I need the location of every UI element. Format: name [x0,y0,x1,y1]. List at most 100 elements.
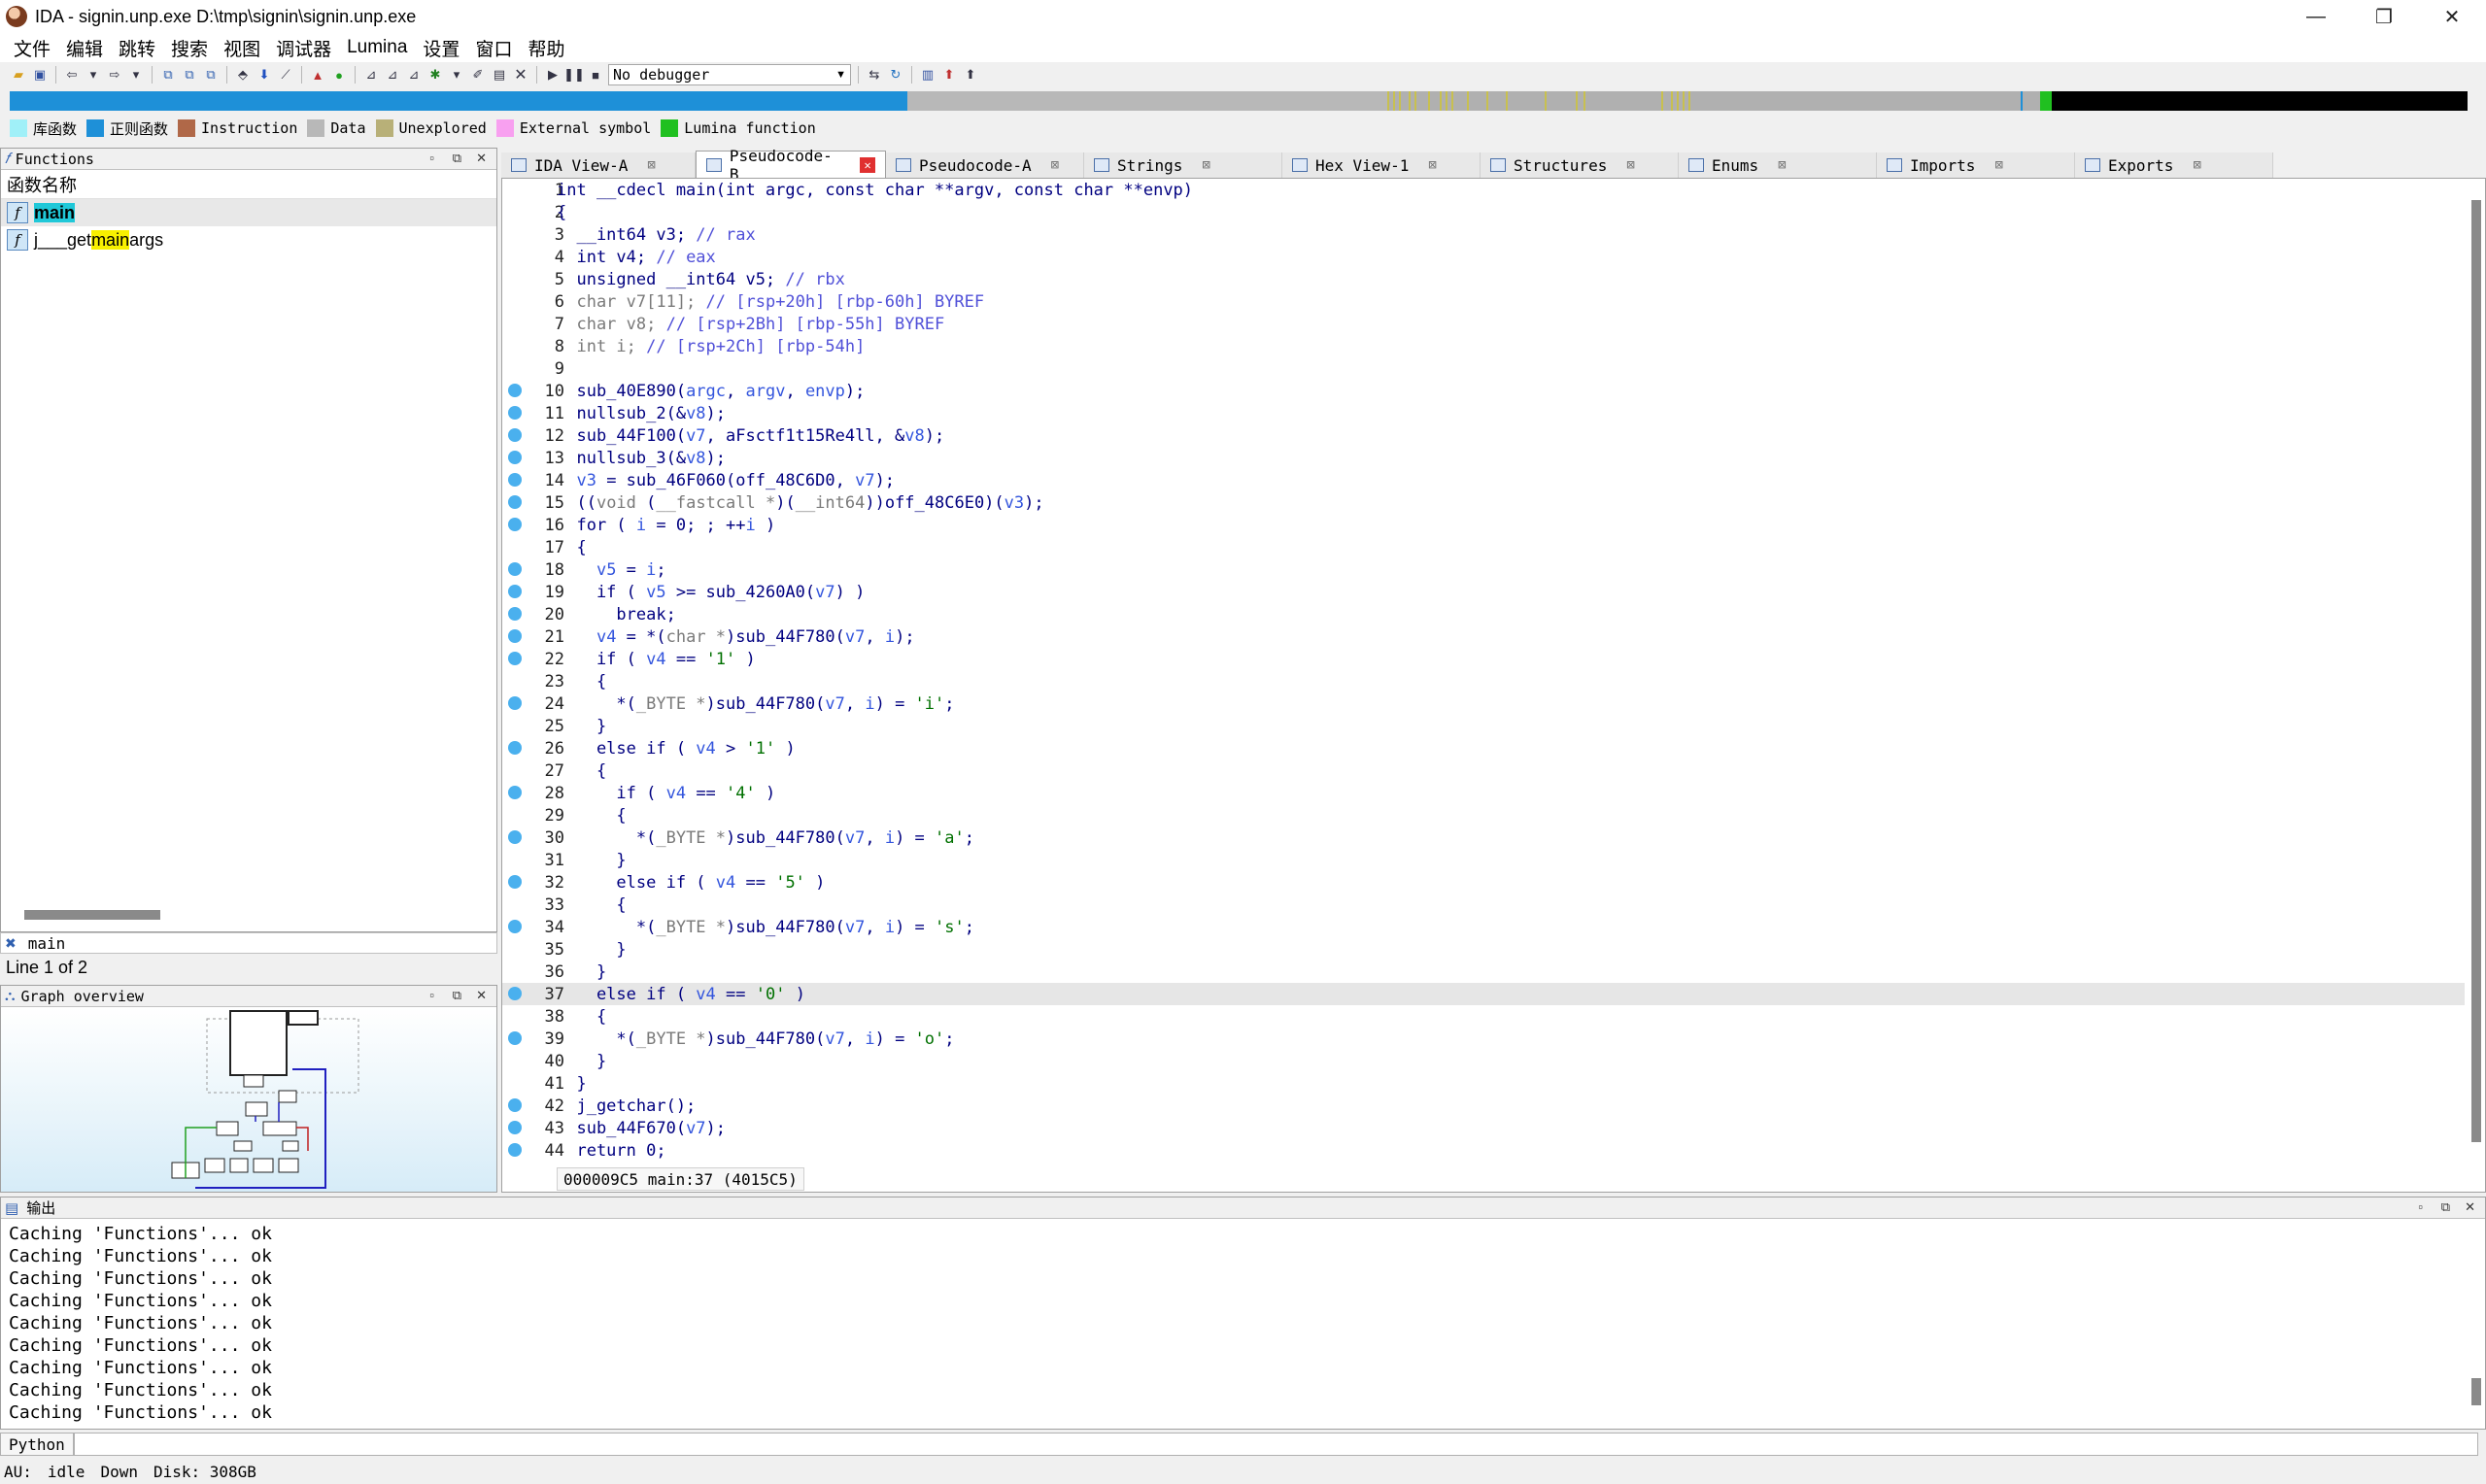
menu-view[interactable]: 视图 [216,35,268,61]
close-icon[interactable]: ⊠ [1778,157,1786,173]
code-line[interactable]: 43 sub_44F670(v7); [502,1117,2465,1139]
tab-pseudocode-a[interactable]: Pseudocode-A ⊠ [886,152,1084,178]
code-line[interactable]: 32 else if ( v4 == '5' ) [502,871,2465,894]
code-line-current[interactable]: 37 else if ( v4 == '0' ) [502,983,2465,1005]
pseudocode-view[interactable]: 1 int __cdecl main(int argc, const char *… [501,178,2486,1193]
maximize-button[interactable]: ❐ [2350,0,2418,33]
code-line[interactable]: 2{ [502,201,2465,223]
code-line[interactable]: 35 } [502,938,2465,961]
code-line[interactable]: 19 if ( v5 >= sub_4260A0(v7) ) [502,581,2465,603]
code-line[interactable]: 3 __int64 v3; // rax [502,223,2465,246]
code-line[interactable]: 22 if ( v4 == '1' ) [502,648,2465,670]
debugger-select[interactable]: No debugger ▼ [608,64,851,85]
output-vertical-scrollbar[interactable] [2471,1378,2481,1405]
search-text-icon[interactable]: ⧉ [159,66,177,84]
code-line[interactable]: 17 { [502,536,2465,558]
data-icon[interactable]: ⊿ [384,66,401,84]
close-icon[interactable]: ⊠ [647,157,655,173]
panel-close-icon[interactable]: ✕ [476,151,487,166]
code-line[interactable]: 41 } [502,1072,2465,1095]
graph-overview-canvas[interactable] [1,1007,496,1192]
close-icon[interactable]: ⊠ [1051,157,1059,173]
code-line[interactable]: 33 { [502,894,2465,916]
menu-file[interactable]: 文件 [6,35,58,61]
close-icon[interactable]: ✕ [860,156,875,173]
code-line[interactable]: 1 int __cdecl main(int argc, const char *… [502,179,2465,201]
panel-float-icon[interactable]: ⧉ [453,988,461,1003]
code-line[interactable]: 36 } [502,961,2465,983]
pseudocode-text[interactable]: 1 int __cdecl main(int argc, const char *… [502,179,2465,1179]
mark-position-icon[interactable]: ⬘ [234,66,252,84]
python-command-input[interactable] [73,1433,2478,1456]
tab-strings[interactable]: Strings ⊠ [1084,152,1282,178]
open-folder-icon[interactable]: ▰ [10,66,27,84]
code-line[interactable]: 12 sub_44F100(v7, aFsctf1t15Re4ll, &v8); [502,424,2465,447]
stop-debugger-icon[interactable]: ■ [587,66,604,84]
code-line[interactable]: 18 v5 = i; [502,558,2465,581]
code-line[interactable]: 13 nullsub_3(&v8); [502,447,2465,469]
panel-restore-icon[interactable]: ▫ [2418,1199,2423,1214]
code-line[interactable]: 9 [502,357,2465,380]
menu-debugger[interactable]: 调试器 [268,35,339,61]
code-line[interactable]: 39 *(_BYTE *)sub_44F780(v7, i) = 'o'; [502,1028,2465,1050]
code-line[interactable]: 4 int v4; // eax [502,246,2465,268]
close-window-button[interactable]: ✕ [2418,0,2486,33]
code-line[interactable]: 38 { [502,1005,2465,1028]
close-icon[interactable]: ⊠ [1202,157,1209,173]
lumina-pull-icon[interactable]: ▥ [919,66,937,84]
start-debugger-icon[interactable]: ▶ [544,66,562,84]
minimize-button[interactable]: — [2282,0,2350,33]
code-line[interactable]: 10 sub_40E890(argc, argv, envp); [502,380,2465,402]
code-line[interactable]: 25 } [502,715,2465,737]
code-line[interactable]: 28 if ( v4 == '4' ) [502,782,2465,804]
code-line[interactable]: 27 { [502,759,2465,782]
menu-lumina[interactable]: Lumina [339,37,415,58]
code-line[interactable]: 5 unsigned __int64 v5; // rbx [502,268,2465,290]
code-line[interactable]: 8 int i; // [rsp+2Ch] [rbp-54h] [502,335,2465,357]
code-line[interactable]: 15 ((void (__fastcall *)(__int64))off_48… [502,491,2465,514]
tab-ida-view-a[interactable]: IDA View-A ⊠ [501,152,696,178]
functions-horizontal-scrollbar[interactable] [24,910,160,920]
panel-close-icon[interactable]: ✕ [2465,1199,2475,1215]
graph-view-icon[interactable]: ▲ [309,66,326,84]
menu-search[interactable]: 搜索 [163,35,216,61]
code-line[interactable]: 31 } [502,849,2465,871]
code-line[interactable]: 7 char v8; // [rsp+2Bh] [rbp-55h] BYREF [502,313,2465,335]
code-line[interactable]: 30 *(_BYTE *)sub_44F780(v7, i) = 'a'; [502,826,2465,849]
code-line[interactable]: 16 for ( i = 0; ; ++i ) [502,514,2465,536]
code-line[interactable]: 11 nullsub_2(&v8); [502,402,2465,424]
panel-restore-icon[interactable]: ▫ [429,988,434,1002]
tab-exports[interactable]: Exports ⊠ [2075,152,2273,178]
code-line[interactable]: 40 } [502,1050,2465,1072]
refresh-icon[interactable]: ↻ [887,66,904,84]
tab-imports[interactable]: Imports ⊠ [1877,152,2075,178]
undefine-dropdown-icon[interactable]: ▾ [448,66,465,84]
clear-filter-icon[interactable]: ✖ [5,935,17,952]
close-icon[interactable]: ⊠ [1994,157,2002,173]
tab-structures[interactable]: Structures ⊠ [1481,152,1679,178]
close-icon[interactable]: ⊠ [2193,157,2200,173]
function-name-column-header[interactable]: 函数名称 [1,170,496,199]
code-line[interactable]: 21 v4 = *(char *)sub_44F780(v7, i); [502,625,2465,648]
pause-debugger-icon[interactable]: ❚❚ [563,66,585,84]
tab-pseudocode-b[interactable]: Pseudocode-B ✕ [696,147,886,184]
menu-edit[interactable]: 编辑 [58,35,111,61]
code-line[interactable]: 6 char v7[11]; // [rsp+20h] [rbp-60h] BY… [502,290,2465,313]
code-line[interactable]: 44 return 0; [502,1139,2465,1162]
menu-windows[interactable]: 窗口 [467,35,520,61]
close-icon[interactable]: ⊠ [1428,157,1436,173]
navigation-band[interactable] [10,91,2468,111]
lumina-view-icon[interactable]: ⬆ [962,66,979,84]
function-row-getmainargs[interactable]: f j___getmainargs [1,226,496,253]
code-line[interactable]: 26 else if ( v4 > '1' ) [502,737,2465,759]
code-line[interactable]: 14 v3 = sub_46F060(off_48C6D0, v7); [502,469,2465,491]
code-line[interactable]: 20 break; [502,603,2465,625]
attach-icon[interactable]: ⇆ [866,66,883,84]
tab-enums[interactable]: Enums ⊠ [1679,152,1877,178]
array-icon[interactable]: ✱ [426,66,444,84]
search-immediate-icon[interactable]: ⧉ [202,66,220,84]
function-filter-input[interactable]: main [28,934,66,953]
code-line[interactable]: 24 *(_BYTE *)sub_44F780(v7, i) = 'i'; [502,692,2465,715]
back-arrow-icon[interactable]: ⇦ [63,66,81,84]
forward-dropdown-icon[interactable]: ▾ [127,66,145,84]
